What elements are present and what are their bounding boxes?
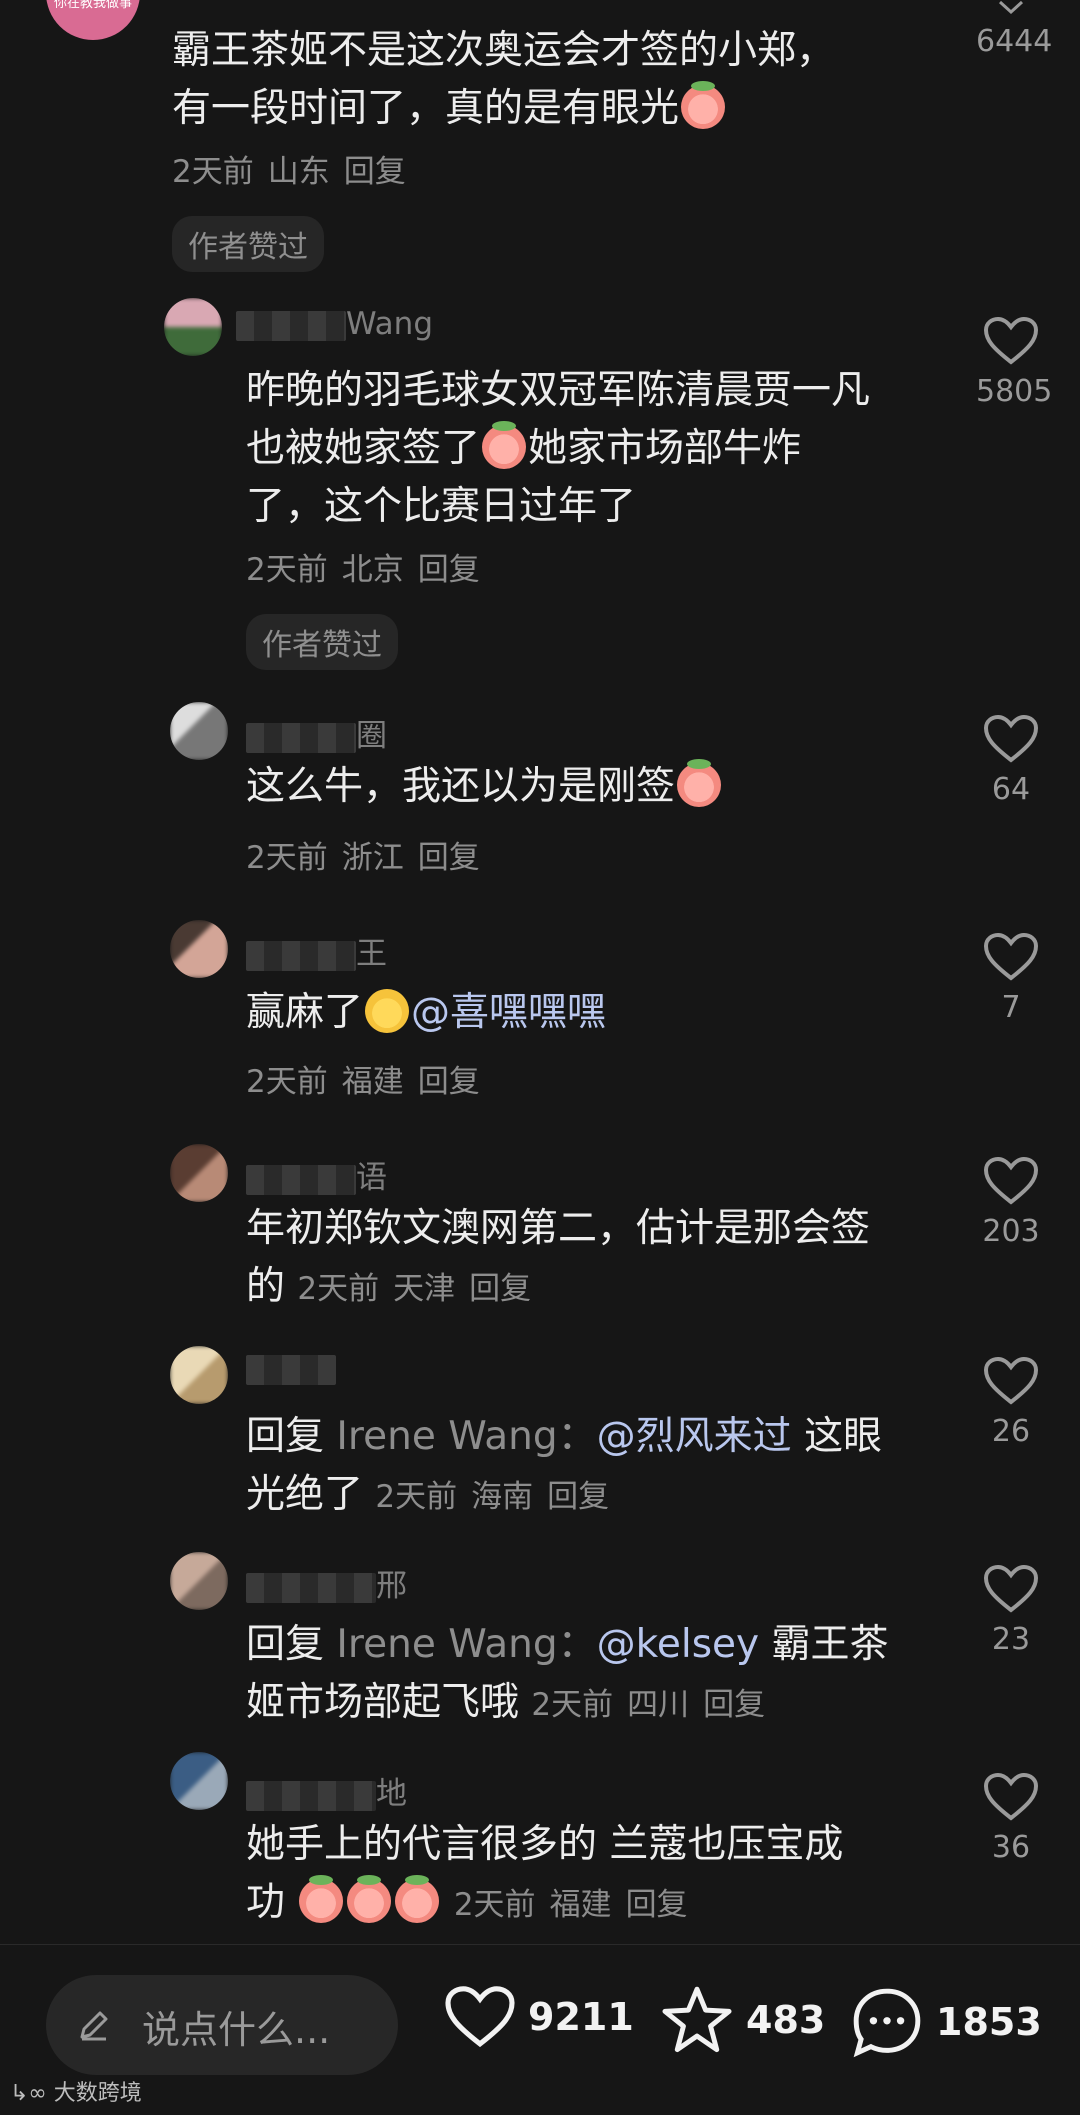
- comment-bubble-icon: [853, 1988, 921, 2058]
- comment-input[interactable]: 说点什么...: [46, 1975, 398, 2075]
- like-button[interactable]: 7: [976, 932, 1046, 1025]
- reply-button[interactable]: 回复: [547, 1479, 609, 1515]
- like-post-button[interactable]: 9211: [444, 1985, 634, 2049]
- cry-face-icon: [299, 1875, 344, 1923]
- mention-link[interactable]: @kelsey: [597, 1622, 759, 1667]
- star-icon: [662, 1986, 732, 2053]
- reply-button[interactable]: 回复: [418, 840, 480, 876]
- shocked-face-icon: [482, 421, 527, 469]
- avatar[interactable]: [170, 1552, 228, 1610]
- comment-text: 昨晚的羽毛球女双冠军陈清晨贾一凡 也被她家签了 她家市场部牛炸 了，这个比赛日过年…: [246, 368, 871, 529]
- like-button[interactable]: 36: [976, 1772, 1046, 1865]
- reply-button[interactable]: 回复: [418, 1064, 480, 1100]
- username[interactable]: 邢: [246, 1560, 407, 1605]
- bottom-action-bar: 说点什么... 9211 483 1853 ↳∞ 大数跨境: [0, 1944, 1080, 2115]
- comment-count: 1853: [936, 2000, 1042, 2044]
- heart-icon: [983, 1772, 1039, 1821]
- reply-button[interactable]: 回复: [703, 1687, 765, 1723]
- post-like-count: 9211: [528, 1995, 634, 2039]
- comment-meta: 2天前 山东 回复: [172, 154, 406, 190]
- comment-meta: 2天前 浙江 回复: [246, 840, 480, 876]
- like-count: 36: [991, 1830, 1031, 1865]
- author-liked-badge: 作者赞过: [172, 216, 324, 272]
- reply-button[interactable]: 回复: [626, 1887, 688, 1923]
- doge-face-icon: [365, 989, 410, 1033]
- reply-button[interactable]: 回复: [469, 1271, 531, 1307]
- avatar[interactable]: [170, 1144, 228, 1202]
- cry-face-icon: [395, 1875, 440, 1923]
- comment-text: 回复 Irene Wang：@kelsey 霸王茶 姬市场部起飞哦 2天前 四川回…: [246, 1622, 889, 1725]
- comment-meta: 2天前 福建 回复: [246, 1064, 480, 1100]
- like-count: 203: [982, 1214, 1040, 1249]
- cry-face-icon: [681, 81, 726, 129]
- like-count: 7: [1001, 990, 1021, 1025]
- heart-icon: [983, 1564, 1039, 1613]
- like-button[interactable]: 64: [976, 714, 1046, 807]
- reply-target[interactable]: Irene Wang: [336, 1414, 557, 1459]
- author-liked-badge: 作者赞过: [246, 614, 398, 670]
- avatar[interactable]: 你在教我做事: [46, 0, 140, 40]
- heart-icon: [983, 1156, 1039, 1205]
- comment-text: 赢麻了 @喜嘿嘿嘿: [246, 989, 607, 1035]
- like-button[interactable]: 26: [976, 1356, 1046, 1449]
- like-button[interactable]: 5805: [976, 316, 1052, 409]
- username[interactable]: 圈: [246, 710, 387, 755]
- favorite-button[interactable]: 483: [660, 1985, 825, 2055]
- chevron-down-icon: [998, 0, 1024, 15]
- comment-text: 回复 Irene Wang：@烈风来过 这眼 光绝了 2天前 海南 回复: [246, 1414, 883, 1517]
- pencil-icon: [80, 2011, 108, 2041]
- reply-button[interactable]: 回复: [344, 154, 406, 190]
- comments-button[interactable]: 1853: [850, 1985, 1042, 2059]
- avatar[interactable]: [170, 702, 228, 760]
- heart-icon: [983, 932, 1039, 981]
- favorite-count: 483: [746, 1998, 826, 2042]
- heart-icon: [445, 1986, 515, 2048]
- like-count: 26: [991, 1414, 1031, 1449]
- like-count: 5805: [976, 374, 1053, 409]
- comment-text: 这么牛，我还以为是刚签: [246, 758, 723, 816]
- like-count: 64: [991, 772, 1031, 807]
- like-button[interactable]: 203: [976, 1156, 1046, 1249]
- cry-face-icon: [677, 759, 722, 807]
- heart-icon: [983, 316, 1039, 365]
- username[interactable]: 地: [246, 1768, 407, 1813]
- heart-icon: [983, 714, 1039, 763]
- heart-icon: [983, 1356, 1039, 1405]
- comment-text: 霸王茶姬不是这次奥运会才签的小郑， 有一段时间了，真的是有眼光: [172, 28, 836, 131]
- username[interactable]: Wang: [236, 306, 433, 342]
- avatar[interactable]: [170, 1752, 228, 1810]
- comment-text: 她手上的代言很多的 兰蔻也压宝成 功 2天前 福建 回复: [246, 1822, 844, 1925]
- comment-placeholder: 说点什么...: [142, 2008, 331, 2052]
- comment-text: 年初郑钦文澳网第二，估计是那会签 的 2天前 天津 回复: [246, 1206, 871, 1309]
- like-count: 23: [991, 1622, 1031, 1657]
- username[interactable]: [246, 1350, 336, 1386]
- reply-target[interactable]: Irene Wang: [336, 1622, 557, 1667]
- mention-link[interactable]: @烈风来过: [597, 1414, 792, 1459]
- reply-button[interactable]: 回复: [418, 552, 480, 588]
- like-button[interactable]: 23: [976, 1564, 1046, 1657]
- like-button[interactable]: 6444: [976, 0, 1052, 59]
- avatar[interactable]: [164, 298, 222, 356]
- cry-face-icon: [347, 1875, 392, 1923]
- username[interactable]: 王: [246, 928, 387, 973]
- username[interactable]: 语: [246, 1152, 387, 1197]
- mention-link[interactable]: @喜嘿嘿嘿: [411, 990, 606, 1035]
- watermark: ↳∞ 大数跨境: [10, 2081, 142, 2106]
- comment-meta: 2天前 北京 回复: [246, 552, 480, 588]
- like-count: 6444: [976, 24, 1053, 59]
- avatar[interactable]: [170, 920, 228, 978]
- watermark-logo-icon: ↳∞: [10, 2081, 54, 2106]
- avatar[interactable]: [170, 1346, 228, 1404]
